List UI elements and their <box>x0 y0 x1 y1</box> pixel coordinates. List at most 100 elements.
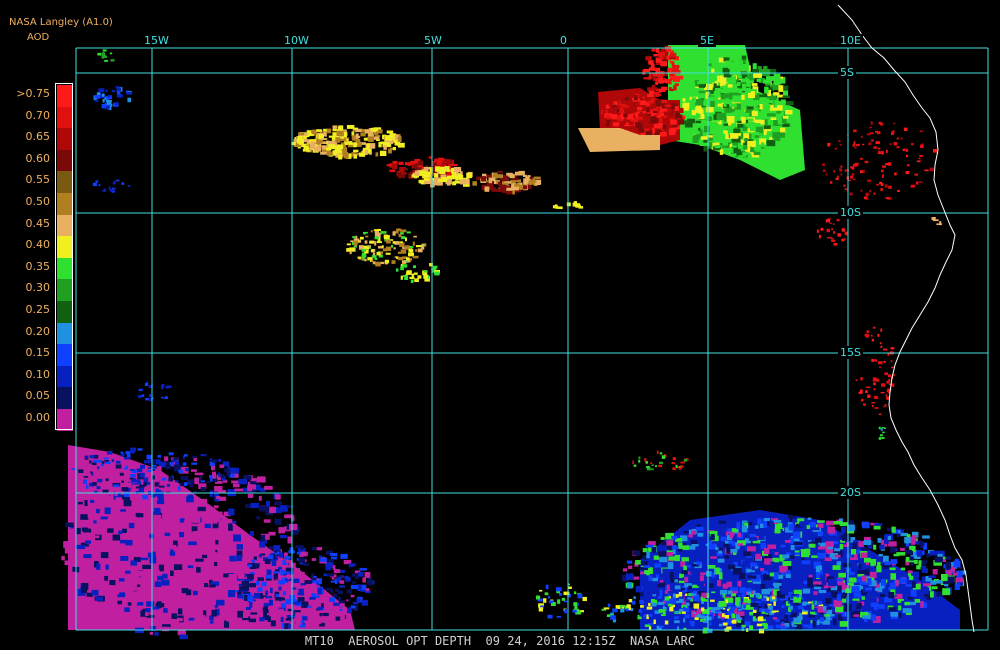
low-aod-pixel <box>197 506 206 512</box>
low-aod-pixel <box>299 545 304 550</box>
ocean-aod-pixel <box>764 547 770 554</box>
smoke-pixel <box>343 148 348 151</box>
coastal-pixel <box>885 197 890 199</box>
scatter-pixel <box>101 55 105 59</box>
smoke-pixel <box>753 72 762 78</box>
low-aod-pixel <box>339 580 345 584</box>
low-aod-pixel <box>152 606 160 610</box>
low-aod-pixel <box>134 607 142 610</box>
ocean-aod-pixel <box>839 544 844 550</box>
low-aod-pixel <box>100 552 109 559</box>
low-aod-pixel <box>236 602 241 609</box>
legend-label: 0.60 <box>25 151 51 165</box>
ocean-aod-pixel <box>671 535 678 539</box>
ocean-aod-pixel <box>883 555 889 563</box>
smoke-pixel <box>344 142 348 145</box>
low-aod-pixel <box>154 581 162 587</box>
low-aod-pixel <box>236 555 243 562</box>
smoke-pixel <box>557 206 563 209</box>
low-aod-pixel <box>105 564 109 570</box>
ocean-aod-pixel <box>817 520 825 523</box>
ocean-aod-pixel <box>708 540 713 544</box>
ocean-aod-pixel <box>765 591 769 595</box>
coastal-pixel <box>888 185 892 189</box>
coastal-pixel <box>888 383 891 385</box>
ocean-aod-pixel <box>633 550 641 556</box>
low-aod-pixel <box>208 584 216 588</box>
smoke-pixel <box>642 110 646 114</box>
low-aod-pixel <box>244 545 251 549</box>
smoke-pixel <box>725 60 730 68</box>
smoke-pixel <box>759 104 763 110</box>
ocean-aod-pixel <box>876 565 882 573</box>
ocean-aod-pixel <box>922 568 928 573</box>
ocean-aod-pixel <box>814 537 822 543</box>
low-aod-pixel <box>168 452 174 456</box>
smoke-pixel <box>310 141 316 144</box>
ocean-aod-pixel <box>709 622 712 626</box>
low-aod-pixel <box>229 599 234 607</box>
ocean-aod-pixel <box>758 628 765 634</box>
low-aod-pixel <box>157 547 164 552</box>
low-aod-pixel <box>247 493 254 498</box>
coastal-pixel <box>877 151 882 154</box>
ocean-aod-pixel <box>905 584 912 587</box>
low-aod-pixel <box>130 474 136 478</box>
low-aod-pixel <box>124 457 130 460</box>
source-label: NASA Langley (A1.0) <box>9 17 113 28</box>
ocean-aod-pixel <box>879 544 885 550</box>
legend-label: 0.45 <box>25 216 51 230</box>
low-aod-pixel <box>95 596 103 601</box>
low-aod-pixel <box>183 462 187 466</box>
low-aod-pixel <box>265 595 273 599</box>
coastal-pixel <box>870 139 874 142</box>
legend-label: 0.40 <box>25 238 51 252</box>
low-aod-pixel <box>104 461 111 464</box>
low-aod-pixel <box>162 624 171 628</box>
coastal-pixel <box>897 189 900 192</box>
low-aod-pixel <box>154 507 161 515</box>
low-aod-pixel <box>196 538 205 544</box>
smoke-pixel <box>777 117 782 125</box>
smoke-pixel <box>398 233 402 238</box>
ocean-aod-pixel <box>825 520 835 526</box>
smoke-pixel <box>688 82 696 89</box>
low-aod-pixel <box>158 497 164 504</box>
scatter-pixel <box>650 468 654 471</box>
coastal-pixel <box>879 181 883 185</box>
smoke-pixel <box>669 52 677 58</box>
low-aod-pixel <box>186 496 194 503</box>
smoke-pixel <box>655 48 660 53</box>
smoke-pixel <box>751 111 758 117</box>
coastal-pixel <box>816 229 819 233</box>
ocean-aod-pixel <box>572 609 577 613</box>
low-aod-pixel <box>158 564 164 572</box>
low-aod-pixel <box>155 612 159 619</box>
ocean-aod-pixel <box>749 534 756 537</box>
ocean-aod-pixel <box>666 552 673 557</box>
ocean-aod-pixel <box>652 577 658 582</box>
low-aod-pixel <box>210 547 216 553</box>
smoke-pixel <box>320 151 327 155</box>
smoke-pixel <box>351 135 356 140</box>
smoke-pixel <box>348 142 354 145</box>
smoke-pixel <box>731 57 735 62</box>
ocean-aod-pixel <box>759 608 764 612</box>
smoke-pixel <box>369 240 375 244</box>
low-aod-pixel <box>92 579 101 584</box>
ocean-aod-pixel <box>878 553 883 557</box>
low-aod-pixel <box>181 588 189 594</box>
smoke-pixel <box>611 114 618 120</box>
ocean-aod-pixel <box>813 591 818 595</box>
smoke-pixel <box>436 181 443 186</box>
smoke-pixel <box>749 124 755 131</box>
smoke-pixel <box>632 93 636 98</box>
smoke-pixel <box>397 251 401 254</box>
coastal-pixel <box>883 406 885 408</box>
smoke-pixel <box>327 151 333 156</box>
smoke-pixel <box>437 159 442 163</box>
low-aod-pixel <box>121 480 124 483</box>
low-aod-pixel <box>97 466 100 470</box>
ocean-aod-pixel <box>654 563 662 568</box>
low-aod-pixel <box>165 461 169 466</box>
